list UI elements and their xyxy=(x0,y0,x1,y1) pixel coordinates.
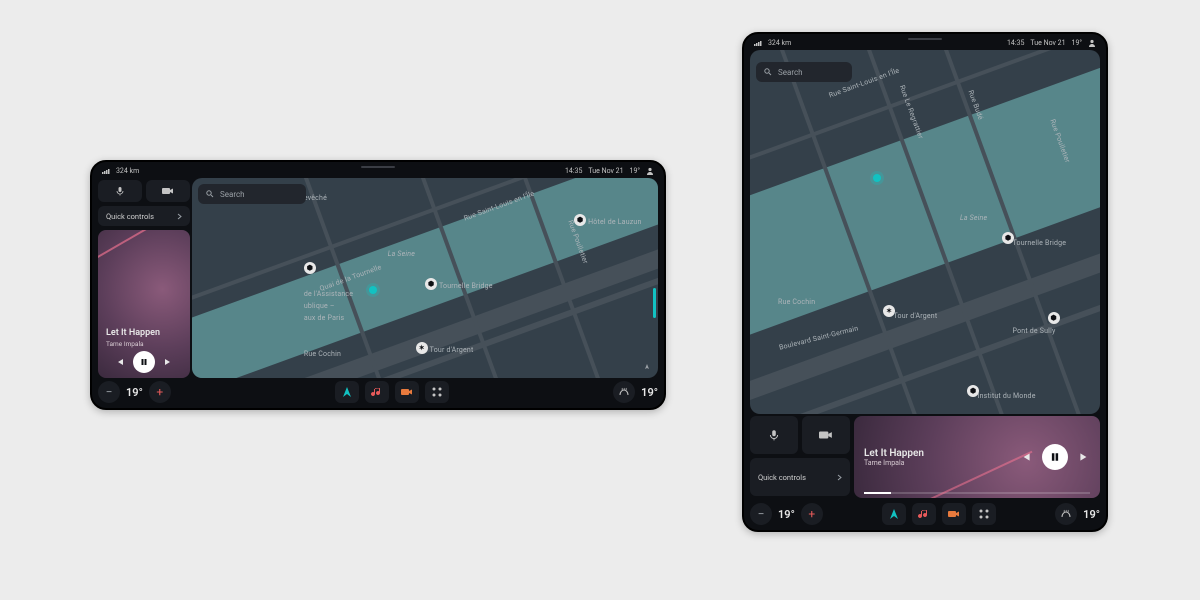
date: Tue Nov 21 xyxy=(588,167,623,175)
signal-icon xyxy=(754,40,762,46)
drag-handle[interactable] xyxy=(361,166,395,168)
search-icon xyxy=(206,190,214,198)
user-icon[interactable] xyxy=(646,167,654,175)
temp-up-button[interactable]: + xyxy=(149,381,171,403)
signal-icon xyxy=(102,168,110,174)
search-input[interactable]: Search xyxy=(756,62,852,82)
chevron-right-icon xyxy=(837,474,842,481)
track-artist: Tame Impala xyxy=(864,459,924,467)
date: Tue Nov 21 xyxy=(1030,39,1065,47)
mic-button[interactable] xyxy=(98,180,142,202)
passenger-temp[interactable]: 19° xyxy=(1083,508,1100,521)
defrost-button[interactable] xyxy=(613,381,635,403)
previous-track-icon[interactable] xyxy=(1020,451,1032,463)
quick-controls-label: Quick controls xyxy=(758,473,806,482)
pause-button[interactable] xyxy=(133,351,155,373)
map-poi-label: Institut du Monde xyxy=(978,392,1036,400)
map-poi-label: Tour d'Argent xyxy=(430,346,474,354)
minus-icon: − xyxy=(106,385,113,399)
dashcam-button[interactable] xyxy=(146,180,190,202)
temp-down-button[interactable]: − xyxy=(750,503,772,525)
map-poi-line: de l'Assistance xyxy=(304,290,353,298)
dashcam-button[interactable] xyxy=(802,416,850,454)
previous-track-icon[interactable] xyxy=(115,357,125,367)
map-scrollbar[interactable] xyxy=(653,288,656,318)
plus-icon: + xyxy=(156,385,163,399)
outside-temp: 19° xyxy=(1072,39,1082,47)
map-poi[interactable]: ⬢ xyxy=(304,262,316,274)
chevron-right-icon xyxy=(177,213,182,220)
track-progress[interactable] xyxy=(864,492,1090,494)
passenger-temp[interactable]: 19° xyxy=(641,386,658,399)
user-icon[interactable] xyxy=(1088,39,1096,47)
map-poi-label: Tour d'Argent xyxy=(894,312,938,320)
infotainment-landscape: 324 km 14:35 Tue Nov 21 19° La Seine Rue… xyxy=(90,160,666,410)
map-poi-label: Tournelle Bridge xyxy=(439,282,493,290)
map-river-label: La Seine xyxy=(388,250,415,258)
map-poi[interactable]: ✶ xyxy=(416,342,428,354)
clock: 14:35 xyxy=(1007,39,1024,47)
mic-button[interactable] xyxy=(750,416,798,454)
search-input[interactable]: Search xyxy=(198,184,306,204)
minus-icon: − xyxy=(758,507,765,521)
driver-temp[interactable]: 19° xyxy=(126,386,143,399)
status-bar: 324 km 14:35 Tue Nov 21 19° xyxy=(744,34,1106,50)
bottom-panel: Quick controls Let It Happen Tame Impala xyxy=(750,416,1100,500)
map-street-label: Rue Cochin xyxy=(304,350,341,358)
driver-temp[interactable]: 19° xyxy=(778,508,795,521)
next-track-icon[interactable] xyxy=(163,357,173,367)
outside-temp: 19° xyxy=(630,167,640,175)
camera-app-button[interactable] xyxy=(942,503,966,525)
quick-controls-button[interactable]: Quick controls xyxy=(98,206,190,226)
bottom-dock: − 19° + 19° xyxy=(98,380,658,404)
nav-app-button[interactable] xyxy=(882,503,906,525)
track-title: Let It Happen xyxy=(864,448,924,459)
side-panel: Quick controls Let It Happen Tame Impala xyxy=(98,180,190,378)
recenter-icon[interactable] xyxy=(642,364,652,374)
quick-controls-label: Quick controls xyxy=(106,212,154,221)
map-poi-line: ublique – xyxy=(304,302,335,310)
range-value: 324 km xyxy=(116,167,139,175)
map-street-label: evêché xyxy=(304,194,327,202)
current-location-icon xyxy=(873,174,881,182)
music-app-button[interactable] xyxy=(912,503,936,525)
bottom-dock: − 19° + 19° xyxy=(750,502,1100,526)
map-poi[interactable]: ⬢ xyxy=(574,214,586,226)
apps-grid-button[interactable] xyxy=(972,503,996,525)
track-artist: Tame Impala xyxy=(106,340,144,348)
search-icon xyxy=(764,68,772,76)
map-poi-label: Tournelle Bridge xyxy=(1013,239,1067,247)
map-poi[interactable]: ⬢ xyxy=(1048,312,1060,324)
drag-handle[interactable] xyxy=(908,38,942,40)
infotainment-portrait: 324 km 14:35 Tue Nov 21 19° La Seine Rue… xyxy=(742,32,1108,532)
map-river-label: La Seine xyxy=(960,214,987,222)
map-street-label: Rue Cochin xyxy=(778,298,815,306)
temp-up-button[interactable]: + xyxy=(801,503,823,525)
now-playing-card[interactable]: Let It Happen Tame Impala xyxy=(98,230,190,378)
map-poi[interactable]: ⬢ xyxy=(425,278,437,290)
plus-icon: + xyxy=(808,507,815,521)
temp-down-button[interactable]: − xyxy=(98,381,120,403)
search-placeholder: Search xyxy=(778,68,803,77)
camera-app-button[interactable] xyxy=(395,381,419,403)
pause-button[interactable] xyxy=(1042,444,1068,470)
now-playing-card[interactable]: Let It Happen Tame Impala xyxy=(854,416,1100,498)
quick-controls-button[interactable]: Quick controls xyxy=(750,458,850,496)
status-bar: 324 km 14:35 Tue Nov 21 19° xyxy=(92,162,664,178)
range-value: 324 km xyxy=(768,39,791,47)
map-view[interactable]: La Seine Rue Saint-Louis en l'Île Rue Le… xyxy=(750,50,1100,414)
next-track-icon[interactable] xyxy=(1078,451,1090,463)
search-placeholder: Search xyxy=(220,190,245,199)
defrost-button[interactable] xyxy=(1055,503,1077,525)
map-poi-line: aux de Paris xyxy=(304,314,345,322)
clock: 14:35 xyxy=(565,167,582,175)
music-app-button[interactable] xyxy=(365,381,389,403)
map-poi-label: Pont de Sully xyxy=(1013,327,1056,335)
map-poi-label: Hôtel de Lauzun xyxy=(588,218,641,226)
nav-app-button[interactable] xyxy=(335,381,359,403)
apps-grid-button[interactable] xyxy=(425,381,449,403)
map-view[interactable]: La Seine Rue Saint-Louis en l'Île Rue Po… xyxy=(192,178,658,378)
track-title: Let It Happen xyxy=(106,328,160,338)
